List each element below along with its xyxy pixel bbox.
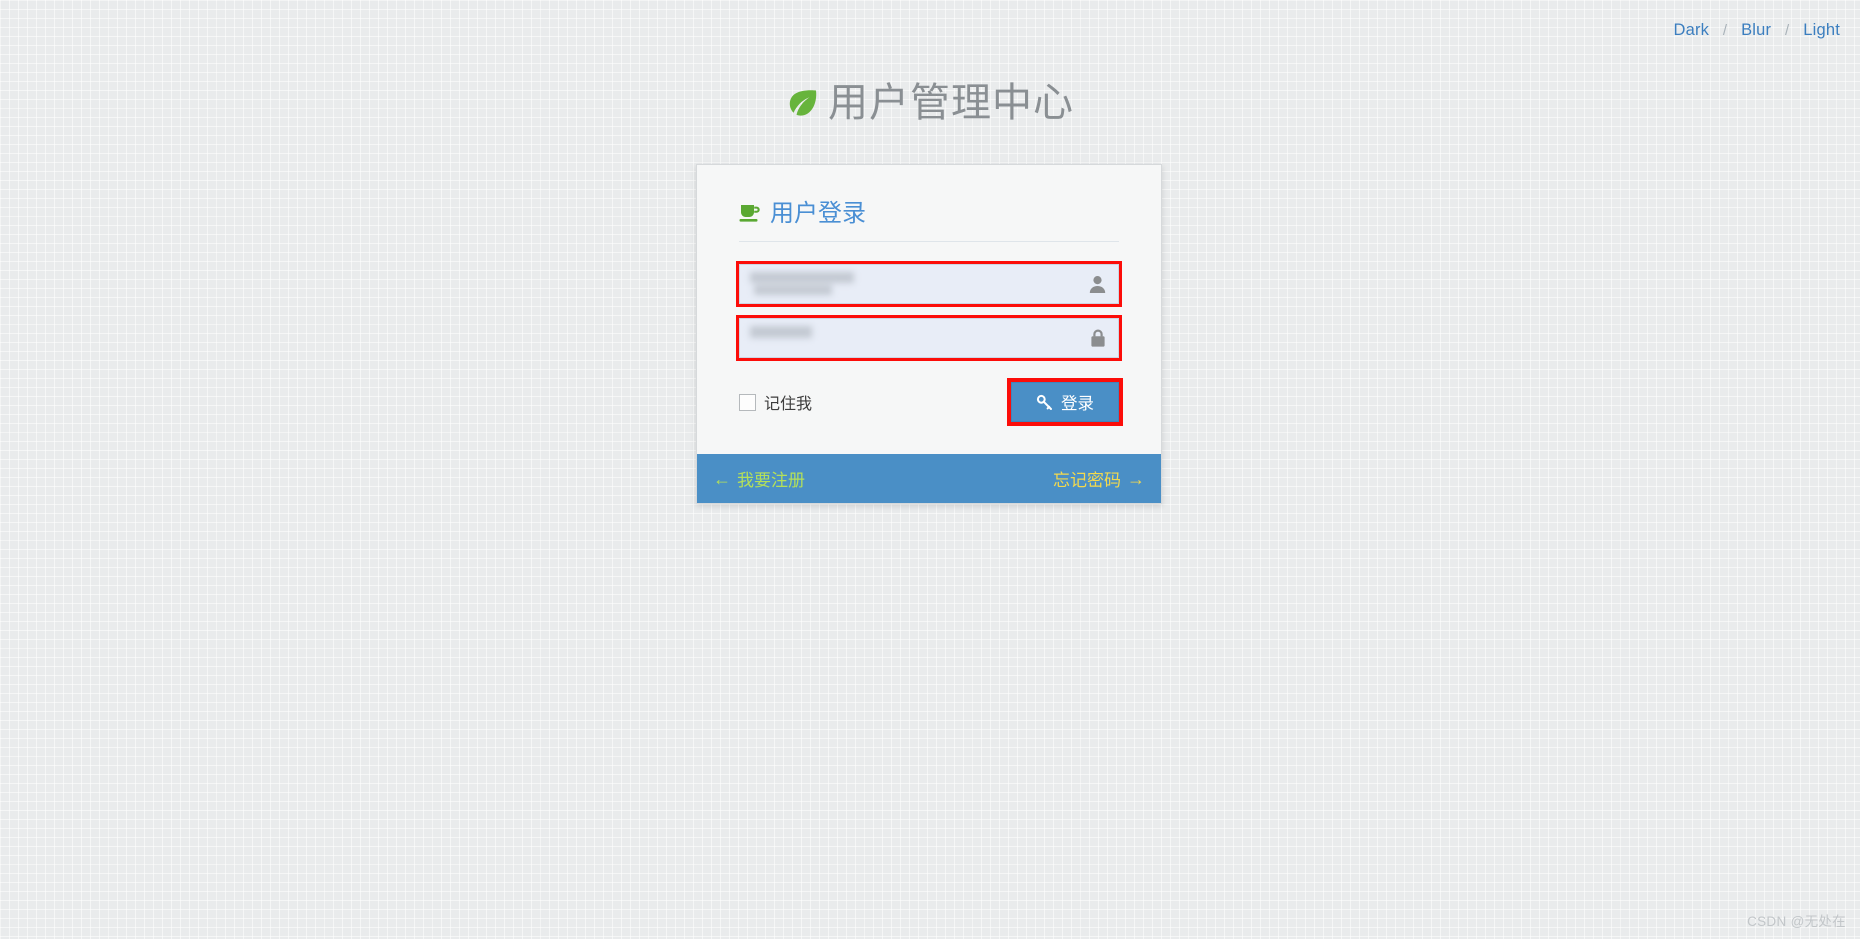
login-button-annotation-box: 登录 xyxy=(1007,378,1123,426)
theme-separator-1: / xyxy=(1722,22,1728,39)
remember-me-label: 记住我 xyxy=(764,396,813,413)
login-card-heading: 用户登录 xyxy=(739,199,1119,232)
username-annotation-box xyxy=(736,261,1122,307)
username-input[interactable] xyxy=(739,264,1119,304)
login-button[interactable]: 登录 xyxy=(1011,382,1119,422)
password-redacted-value xyxy=(750,326,812,338)
heading-divider xyxy=(739,241,1119,242)
theme-option-light[interactable]: Light xyxy=(1801,21,1842,39)
forgot-password-link[interactable]: 忘记密码 → xyxy=(1053,466,1145,491)
theme-option-blur[interactable]: Blur xyxy=(1739,21,1773,39)
register-link[interactable]: ← 我要注册 xyxy=(713,466,805,491)
login-card-heading-text: 用户登录 xyxy=(770,200,866,227)
login-card: 用户登录 记住我 登录 ← 我要注册 忘记密码 → xyxy=(696,164,1162,504)
register-link-label: 我要注册 xyxy=(737,471,805,490)
user-icon xyxy=(1088,275,1107,294)
key-icon xyxy=(1036,394,1053,411)
theme-separator-2: / xyxy=(1785,22,1790,39)
login-card-body: 用户登录 记住我 登录 xyxy=(697,165,1161,454)
remember-me-control[interactable]: 记住我 xyxy=(739,390,812,414)
password-annotation-box xyxy=(736,315,1122,361)
leaf-icon xyxy=(786,82,820,132)
arrow-right-icon: → xyxy=(1127,468,1145,489)
lock-icon xyxy=(1089,328,1107,348)
login-button-label: 登录 xyxy=(1061,395,1094,413)
theme-option-dark[interactable]: Dark xyxy=(1671,21,1711,39)
password-input[interactable] xyxy=(739,318,1119,358)
login-card-footer: ← 我要注册 忘记密码 → xyxy=(697,454,1161,503)
watermark: CSDN @无处在 xyxy=(1747,914,1846,929)
login-action-row: 记住我 登录 xyxy=(739,378,1123,426)
page-title: 用户管理中心 xyxy=(0,78,1860,132)
forgot-password-link-label: 忘记密码 xyxy=(1053,471,1121,490)
page-title-text: 用户管理中心 xyxy=(828,81,1074,125)
arrow-left-icon: ← xyxy=(713,468,731,489)
remember-me-checkbox[interactable] xyxy=(739,393,756,411)
coffee-cup-icon xyxy=(739,202,763,232)
theme-switcher: Dark / Blur / Light xyxy=(1671,21,1842,40)
username-redacted-value xyxy=(750,272,854,295)
